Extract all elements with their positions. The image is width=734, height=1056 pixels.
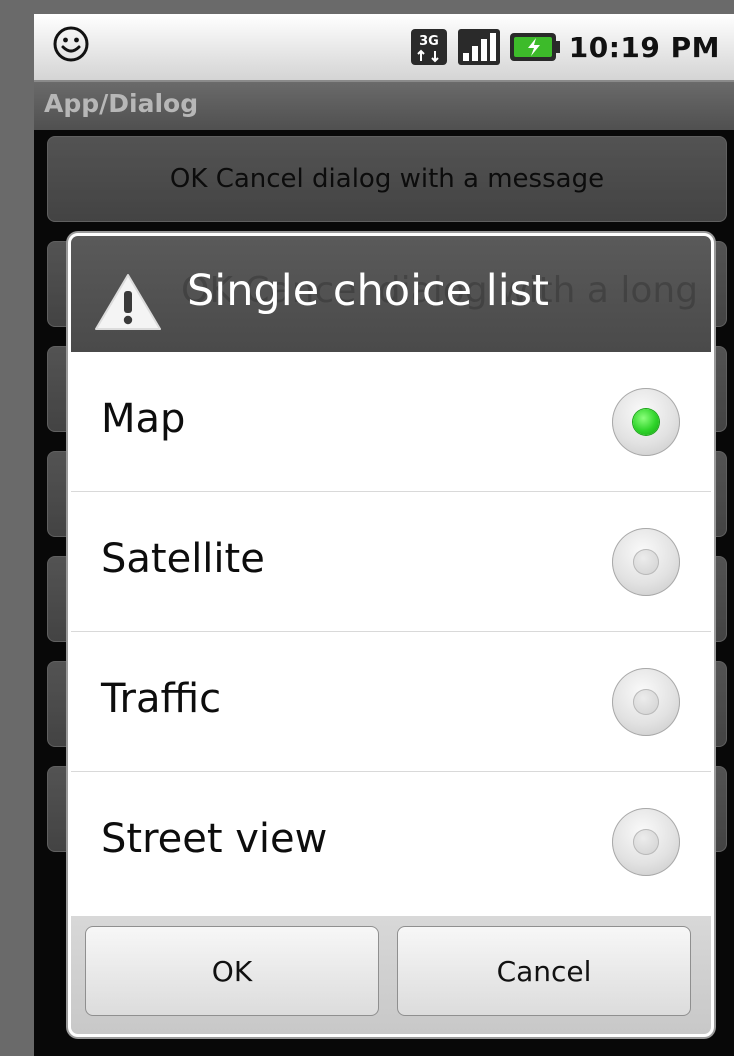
cancel-button[interactable]: Cancel [397, 926, 691, 1016]
option-street-view[interactable]: Street view [71, 772, 711, 912]
radio-dot [633, 689, 659, 715]
app-title-bar: App/Dialog [34, 82, 734, 130]
single-choice-dialog: OK Cancel dialog with a long message Sin… [68, 233, 714, 1037]
radio-button[interactable] [612, 528, 680, 596]
dialog-header: OK Cancel dialog with a long message Sin… [71, 236, 711, 352]
app-title: App/Dialog [44, 89, 199, 118]
option-label: Street view [101, 816, 328, 862]
radio-button-checked[interactable] [612, 388, 680, 456]
option-label: Map [101, 396, 186, 442]
option-label: Satellite [101, 536, 265, 582]
radio-button[interactable] [612, 668, 680, 736]
radio-dot [633, 409, 659, 435]
dialog-button-bar: OK Cancel [71, 916, 711, 1034]
clock: 10:19 PM [568, 30, 720, 64]
option-traffic[interactable]: Traffic [71, 632, 711, 772]
option-label: Traffic [101, 676, 222, 722]
option-map[interactable]: Map [71, 352, 711, 492]
radio-button[interactable] [612, 808, 680, 876]
phone-screen: 3G 10:19 PM App/Dialog OK Cancel dialog … [34, 14, 734, 1056]
choice-list: Map Satellite Traffic Street view [71, 352, 711, 912]
option-satellite[interactable]: Satellite [71, 492, 711, 632]
dialog-title: Single choice list [187, 266, 549, 316]
warning-icon [95, 274, 161, 330]
ok-button[interactable]: OK [85, 926, 379, 1016]
radio-dot [633, 829, 659, 855]
smiley-icon [53, 26, 89, 62]
signal-icon [457, 29, 500, 65]
status-bar: 3G 10:19 PM [34, 14, 734, 82]
radio-dot [633, 549, 659, 575]
svg-text:3G: 3G [419, 34, 439, 49]
network-3g-icon: 3G [410, 29, 447, 65]
battery-charging-icon [509, 33, 560, 61]
status-icons: 3G 10:19 PM [409, 26, 720, 68]
